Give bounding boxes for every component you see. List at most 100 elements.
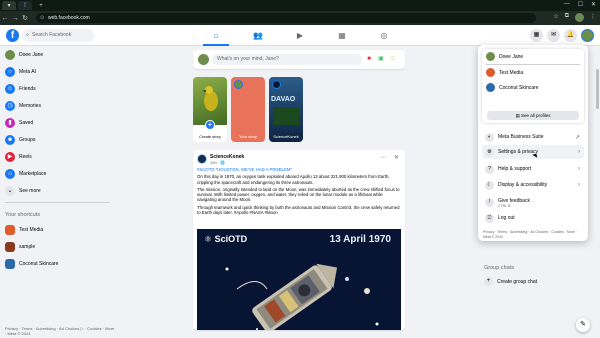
story-overlay-text: DAVAO xyxy=(271,96,296,103)
profile-avatar xyxy=(486,68,495,77)
plus-icon: + xyxy=(484,277,493,286)
facebook-logo[interactable]: f xyxy=(6,29,19,42)
extensions-icon[interactable]: ⧉ xyxy=(565,13,569,22)
back-icon[interactable]: ← xyxy=(0,15,10,22)
tab-menu-icon[interactable]: ▾ xyxy=(2,1,16,10)
post-page-avatar[interactable] xyxy=(197,154,207,164)
sidebar-item-marketplace[interactable]: ⌂ Marketplace xyxy=(0,165,115,182)
sidebar-item-label: Saved xyxy=(19,119,34,126)
sidebar-item-groups[interactable]: ☻ Groups xyxy=(0,131,115,148)
create-group-label: Create group chat xyxy=(497,278,538,285)
see-all-profiles-button[interactable]: ▤ See all profiles xyxy=(487,111,579,120)
nav-friends-icon[interactable]: 👥 xyxy=(237,25,279,46)
chrome-menu-icon[interactable]: ⋮ xyxy=(590,13,596,22)
menu-item-label: Help & support xyxy=(498,166,532,172)
sidebar-item-friends[interactable]: ☺ Friends xyxy=(0,80,115,97)
memories-icon: ◷ xyxy=(5,100,15,111)
nav-home-icon[interactable]: ⌂ xyxy=(195,25,237,46)
new-tab-button[interactable]: + xyxy=(34,1,48,10)
post-body: #SciOTD "HOUSTON, WE'VE HAD A PROBLEM" O… xyxy=(197,167,401,217)
shortcut-coconut-skincare[interactable]: Coconut Skincare xyxy=(0,255,115,272)
reels-icon: ▶ xyxy=(5,151,15,162)
feeling-icon[interactable]: ☺ xyxy=(389,55,397,63)
sidebar-item-saved[interactable]: ▮ Saved xyxy=(0,114,115,131)
profile-avatar xyxy=(486,52,495,61)
bird-image xyxy=(202,86,218,111)
forward-icon[interactable]: → xyxy=(10,15,20,22)
profiles-card: Doee Jane Test Media Coconut Skincare ▤ … xyxy=(482,49,584,123)
spacecraft-illustration xyxy=(225,263,379,330)
group-chats-header: Group chats xyxy=(484,265,514,271)
sidebar-item-memories[interactable]: ◷ Memories xyxy=(0,97,115,114)
left-sidebar: Doee Jane ○ Meta AI ☺ Friends ◷ Memories ▮ S… xyxy=(0,46,115,338)
photo-video-icon[interactable]: ▣ xyxy=(377,55,385,63)
menu-item-help-support[interactable]: ? Help & support › xyxy=(482,162,584,176)
post-close-icon[interactable]: ✕ xyxy=(394,154,399,161)
sidebar-item-see-more[interactable]: ⌄ See more xyxy=(0,182,115,199)
shortcut-sample[interactable]: sample xyxy=(0,238,115,255)
composer-avatar[interactable] xyxy=(198,54,209,65)
gear-icon: ⚙ xyxy=(485,147,494,157)
sidebar-item-profile[interactable]: Doee Jane xyxy=(0,46,115,63)
account-avatar[interactable] xyxy=(581,29,594,42)
profile-row[interactable]: Coconut Skincare xyxy=(482,80,584,95)
address-bar[interactable]: ⊙ web.facebook.com xyxy=(36,13,536,23)
shortcut-label: sample xyxy=(19,243,36,250)
post-headline[interactable]: #SciOTD "HOUSTON, WE'VE HAD A PROBLEM" xyxy=(197,167,401,172)
reload-icon[interactable]: ↻ xyxy=(20,14,30,22)
scrollbar[interactable] xyxy=(596,69,599,109)
menu-footer-links[interactable]: Privacy · Terms · Advertising · Ad Choic… xyxy=(483,230,583,239)
shortcut-hint: CTRL B xyxy=(498,203,511,208)
messenger-icon[interactable]: ✉ xyxy=(547,29,560,42)
menu-item-give-feedback[interactable]: ! Give feedback CTRL B xyxy=(482,194,584,211)
create-group-chat-button[interactable]: + Create group chat xyxy=(484,277,594,286)
url-text: web.facebook.com xyxy=(48,15,90,21)
sidebar-item-meta-ai[interactable]: ○ Meta AI xyxy=(0,63,115,80)
news-feed: What's on your mind, Jane? ■ ▣ ☺ + Creat… xyxy=(193,50,405,330)
nav-marketplace-icon[interactable]: ▦ xyxy=(321,25,363,46)
create-story-card[interactable]: + Create story xyxy=(193,77,227,142)
external-link-icon: ↗ xyxy=(574,134,580,141)
sidebar-item-label: Friends xyxy=(19,85,36,92)
menu-item-label: Log out xyxy=(498,215,515,221)
post-more-icon[interactable]: ⋯ xyxy=(380,154,386,161)
menu-item-label: Meta Business Suite xyxy=(498,134,544,140)
post-paragraph: The mission, originally intended to land… xyxy=(197,186,400,203)
shortcut-test-media[interactable]: Test Media xyxy=(0,221,115,238)
search-input[interactable]: ⌕ Search Facebook xyxy=(22,29,94,42)
close-icon[interactable]: ✕ xyxy=(591,1,596,8)
maximize-icon[interactable]: ☐ xyxy=(578,1,583,8)
browser-profile-avatar[interactable] xyxy=(575,13,584,22)
new-message-icon[interactable]: ✎ xyxy=(576,318,590,332)
profile-row[interactable]: Test Media xyxy=(482,65,584,80)
post-composer: What's on your mind, Jane? ■ ▣ ☺ xyxy=(193,50,405,69)
profile-row[interactable]: Doee Jane xyxy=(482,49,584,64)
story-card-sciencekonek[interactable]: DAVAO ScienceKonek xyxy=(269,77,303,142)
minimize-icon[interactable]: — xyxy=(564,1,570,8)
site-info-icon[interactable]: ⊙ xyxy=(40,13,44,23)
menu-item-display-accessibility[interactable]: ☾ Display & accessibility › xyxy=(482,178,584,192)
sidebar-item-reels[interactable]: ▶ Reels xyxy=(0,148,115,165)
story-card-your-story[interactable]: Your story xyxy=(231,77,265,142)
menu-item-business-suite[interactable]: ◐ Meta Business Suite ↗ xyxy=(482,130,584,144)
live-video-icon[interactable]: ■ xyxy=(365,55,373,63)
post-timestamp[interactable]: 19h · 🌐 xyxy=(210,160,225,165)
browser-tab-facebook[interactable]: f xyxy=(18,1,32,10)
notifications-icon[interactable]: 🔔 xyxy=(564,29,577,42)
main-nav: ⌂ 👥 ▶ ▦ ◎ xyxy=(195,25,405,46)
sidebar-item-label: Meta AI xyxy=(19,68,36,75)
friends-icon: ☺ xyxy=(5,83,15,94)
menu-item-log-out[interactable]: ⎋ Log out xyxy=(482,211,584,225)
left-footer-links[interactable]: Privacy · Terms · Advertising · Ad Choic… xyxy=(5,326,115,336)
menu-grid-icon[interactable]: ▦ xyxy=(530,29,543,42)
composer-input[interactable]: What's on your mind, Jane? xyxy=(212,54,362,65)
chevron-down-icon: ⌄ xyxy=(5,185,15,196)
chevron-right-icon: › xyxy=(578,166,580,172)
nav-video-icon[interactable]: ▶ xyxy=(279,25,321,46)
sidebar-item-label: Doee Jane xyxy=(19,51,44,58)
shortcuts-header: Your shortcuts xyxy=(5,212,40,218)
star-icon[interactable]: ☆ xyxy=(553,13,558,22)
marketplace-icon: ⌂ xyxy=(5,168,15,179)
post-image[interactable]: ⚛ SciOTD 13 April 1970 xyxy=(197,229,401,330)
nav-gaming-icon[interactable]: ◎ xyxy=(363,25,405,46)
